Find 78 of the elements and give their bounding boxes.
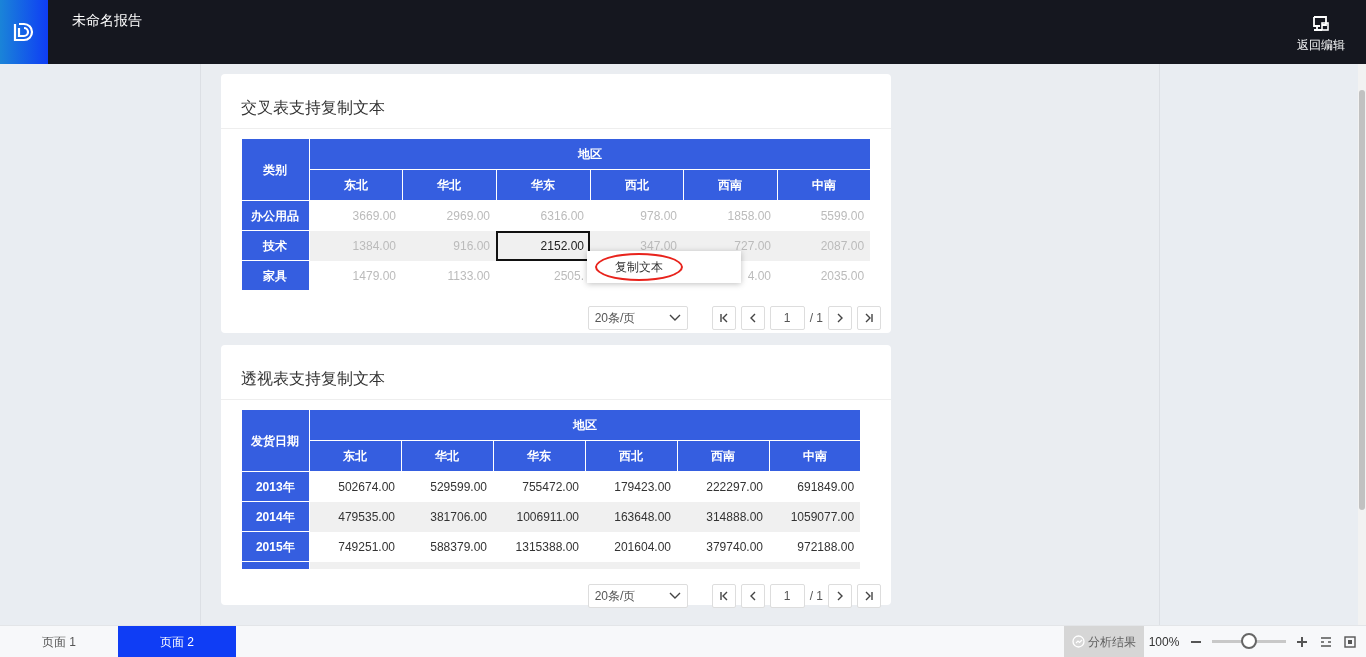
table-cell[interactable]: 379740.00 (677, 531, 769, 562)
table-cell[interactable]: 972188.00 (769, 531, 861, 562)
first-page-icon (718, 591, 729, 601)
table-cell[interactable]: 222297.00 (677, 471, 769, 502)
first-page-button[interactable] (711, 306, 736, 330)
page-size-select[interactable]: 20条/页 (587, 306, 688, 330)
last-page-icon (864, 313, 874, 323)
return-edit-button[interactable]: 返回编辑 (1284, 0, 1358, 64)
last-page-button[interactable] (857, 584, 881, 608)
page-input[interactable]: 1 (769, 584, 805, 608)
last-page-button[interactable] (857, 306, 881, 330)
table-cell[interactable]: 314888.00 (677, 501, 769, 532)
row-header: 家具 (242, 260, 309, 291)
slider-thumb[interactable] (1241, 633, 1257, 649)
row-header: 技术 (242, 230, 309, 261)
next-page-button[interactable] (828, 306, 852, 330)
column-group-header: 地区 (309, 138, 870, 170)
table-cell[interactable]: 749251.00 (309, 531, 401, 562)
last-page-icon (864, 591, 874, 601)
page-total: / 1 (809, 310, 823, 327)
table-cell[interactable]: 381706.00 (401, 501, 493, 532)
table-cell[interactable]: 201604.00 (585, 531, 677, 562)
table-cell[interactable]: 755472.00 (493, 471, 585, 502)
plus-icon (1296, 635, 1308, 648)
column-header: 西北 (585, 440, 677, 472)
next-page-button[interactable] (828, 584, 852, 608)
first-page-icon (718, 313, 729, 323)
page-tab[interactable]: 页面 2 (118, 626, 236, 657)
chevron-right-icon (835, 313, 845, 323)
column-header: 中南 (769, 440, 861, 472)
report-title: 未命名报告 (71, 11, 142, 30)
menu-item[interactable]: 复制文本 (595, 253, 683, 281)
prev-page-button[interactable] (740, 584, 765, 608)
row-header: 2015年 (242, 531, 309, 562)
chevron-down-icon (668, 314, 681, 322)
fit-width-icon (1320, 635, 1332, 648)
monitor-icon (1312, 16, 1330, 32)
page-size-select[interactable]: 20条/页 (587, 584, 688, 608)
table-cell[interactable]: 502674.00 (309, 471, 401, 502)
first-page-button[interactable] (711, 584, 736, 608)
row-header: 2013年 (242, 471, 309, 502)
row-header-title: 类别 (242, 138, 309, 201)
table-cell[interactable]: 1315388.00 (493, 531, 585, 562)
table-cell[interactable]: 529599.00 (401, 471, 493, 502)
table-cell[interactable]: 179423.00 (585, 471, 677, 502)
card-title: 交叉表支持复制文本 (221, 74, 891, 129)
table-cell[interactable]: 1059077.00 (769, 501, 861, 532)
zoom-level: 100% (1147, 633, 1181, 651)
card-title: 透视表支持复制文本 (221, 345, 891, 400)
column-group-header: 地区 (309, 409, 861, 441)
column-header: 西南 (683, 169, 777, 201)
fullscreen-icon (1344, 635, 1356, 648)
chevron-right-icon (835, 591, 845, 601)
table-cell[interactable]: 2152.00 (496, 230, 590, 261)
table-cell[interactable]: 1006911.00 (493, 501, 585, 532)
column-header: 西北 (590, 169, 683, 201)
page-input[interactable]: 1 (769, 306, 805, 330)
chart-icon (1072, 635, 1085, 648)
page-total: / 1 (809, 588, 823, 605)
table-cell[interactable]: 588379.00 (401, 531, 493, 562)
row-header: 2014年 (242, 501, 309, 532)
table-cell[interactable]: 691849.00 (769, 471, 861, 502)
scrollbar[interactable] (1358, 64, 1366, 625)
logo-icon (13, 22, 35, 42)
table-cell[interactable]: 163648.00 (585, 501, 677, 532)
column-header: 西南 (677, 440, 769, 472)
column-header: 华东 (496, 169, 590, 201)
column-header: 东北 (309, 169, 402, 201)
row-header: 办公用品 (242, 200, 309, 231)
column-header: 中南 (777, 169, 870, 201)
column-header: 华东 (493, 440, 585, 472)
row-header-title: 发货日期 (242, 409, 309, 472)
column-header: 东北 (309, 440, 401, 472)
column-header: 华北 (402, 169, 496, 201)
column-header: 华北 (401, 440, 493, 472)
prev-page-button[interactable] (740, 306, 765, 330)
table-cell[interactable]: 479535.00 (309, 501, 401, 532)
chevron-down-icon (668, 592, 681, 600)
